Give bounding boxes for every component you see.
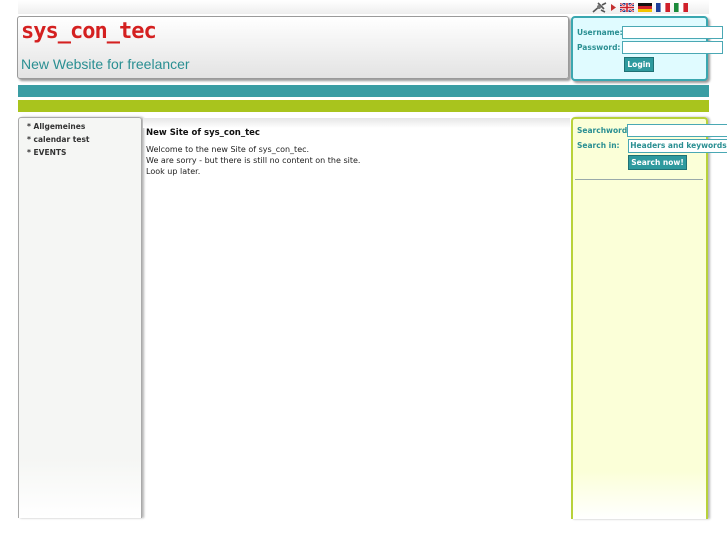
login-panel: Username: Password: Login [571, 16, 723, 81]
flag-uk-icon[interactable] [620, 2, 634, 12]
password-input[interactable] [622, 41, 723, 54]
nav-item-calendar-test[interactable]: * calendar test [27, 135, 90, 144]
search-in-label: Search in: [577, 141, 620, 150]
left-nav: * Allgemeines * calendar test * EVENTS [18, 117, 142, 518]
language-bar [591, 1, 688, 13]
username-label: Username: [577, 28, 623, 37]
arrow-right-icon [611, 3, 616, 11]
flag-france-icon[interactable] [656, 2, 670, 12]
search-in-select[interactable]: Headers and keywords [628, 139, 727, 153]
content-line-welcome: Welcome to the new Site of sys_con_tec. [146, 145, 310, 154]
teal-bar [18, 85, 709, 97]
site-header: sys_con_tec New Website for freelancer [17, 16, 569, 79]
username-input[interactable] [622, 26, 723, 39]
content-line-sorry: We are sorry - but there is still no con… [146, 156, 361, 165]
lime-bar [18, 100, 709, 112]
login-button[interactable]: Login [624, 57, 654, 72]
search-now-button[interactable]: Search now! [628, 155, 687, 170]
password-label: Password: [577, 43, 621, 52]
flag-germany-icon[interactable] [638, 2, 652, 12]
site-title: sys_con_tec [21, 19, 157, 44]
search-divider [575, 179, 703, 180]
main-top-strip [143, 118, 570, 128]
page-title: New Site of sys_con_tec [146, 128, 260, 138]
content-line-later: Look up later. [146, 167, 201, 176]
flag-italy-icon[interactable] [674, 2, 688, 12]
tools-icon[interactable] [591, 1, 607, 13]
nav-item-events[interactable]: * EVENTS [27, 148, 66, 157]
searchword-input[interactable] [627, 124, 727, 137]
search-panel [571, 117, 708, 519]
searchword-label: Searchword: [577, 126, 631, 135]
site-subtitle: New Website for freelancer [21, 56, 190, 72]
nav-item-allgemeines[interactable]: * Allgemeines [27, 122, 85, 131]
